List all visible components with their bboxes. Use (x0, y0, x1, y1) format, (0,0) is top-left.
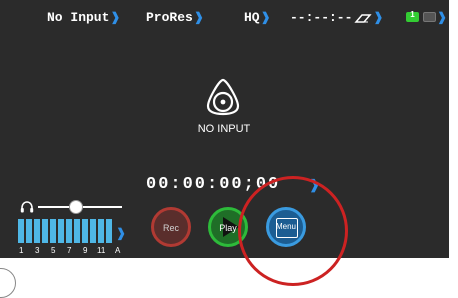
audio-meter-bar (42, 219, 48, 243)
audio-meter-bar (90, 219, 96, 243)
audio-meter-bar (106, 219, 112, 243)
no-input-message: NO INPUT (197, 123, 251, 135)
quality-label: HQ (244, 10, 260, 25)
audio-meter-bar (50, 219, 56, 243)
audio-meter-bar (58, 219, 64, 243)
battery-2-icon[interactable] (423, 12, 436, 22)
volume-slider-handle[interactable] (69, 201, 82, 213)
audio-channel-label: 7 (67, 246, 72, 255)
codec-label: ProRes (146, 10, 193, 25)
play-button-label: Play (219, 223, 237, 233)
play-button[interactable]: Play (208, 207, 248, 247)
time-remaining-status[interactable]: --:--:-- ❱ (290, 10, 383, 26)
headphones-icon (20, 201, 34, 213)
rec-button[interactable]: Rec (151, 207, 191, 247)
audio-channel-label: 5 (51, 246, 56, 255)
audio-meter-bar (26, 219, 32, 243)
monitor-screen: No Input❱ ProRes❱ HQ❱ --:--:-- ❱ 1 ❱ NO I… (0, 0, 449, 258)
menu-button-label: Menu (275, 222, 296, 231)
audio-meter-bar (98, 219, 104, 243)
chevron-right-icon[interactable]: ❱ (309, 178, 320, 193)
rec-button-label: Rec (162, 223, 179, 233)
audio-meter-bar (34, 219, 40, 243)
input-label: No Input (47, 10, 110, 25)
audio-channel-label: A (115, 246, 121, 255)
status-bar: No Input❱ ProRes❱ HQ❱ --:--:-- ❱ 1 ❱ (0, 10, 449, 26)
battery-1-number: 1 (410, 10, 415, 19)
chevron-right-icon[interactable]: ❱ (437, 10, 447, 26)
corner-arc-decoration (0, 268, 16, 298)
chevron-right-icon: ❱ (373, 11, 384, 25)
time-remaining: --:--:-- (290, 10, 353, 25)
audio-channel-label: 1 (19, 246, 24, 255)
input-status[interactable]: No Input❱ (47, 10, 120, 26)
chevron-right-icon: ❱ (260, 11, 271, 25)
battery-1-icon[interactable]: 1 (406, 10, 419, 22)
timecode-display[interactable]: 00:00:00;00 (146, 176, 280, 194)
audio-meters[interactable] (18, 219, 114, 247)
audio-channel-label: 9 (83, 246, 88, 255)
chevron-right-icon[interactable]: ❱ (116, 226, 126, 241)
chevron-right-icon: ❱ (193, 11, 204, 25)
quality-status[interactable]: HQ❱ (244, 10, 271, 26)
audio-channel-label: 11 (97, 246, 106, 255)
audio-meter-bar (18, 219, 24, 243)
atomos-logo-icon (206, 78, 240, 116)
menu-button[interactable]: Menu (266, 207, 306, 247)
codec-status[interactable]: ProRes❱ (146, 10, 204, 26)
audio-meter-bar (82, 219, 88, 243)
chevron-right-icon: ❱ (110, 11, 121, 25)
eraser-icon (354, 13, 373, 23)
audio-meter-bar (74, 219, 80, 243)
audio-meter-bar (66, 219, 72, 243)
audio-channel-label: 3 (35, 246, 40, 255)
